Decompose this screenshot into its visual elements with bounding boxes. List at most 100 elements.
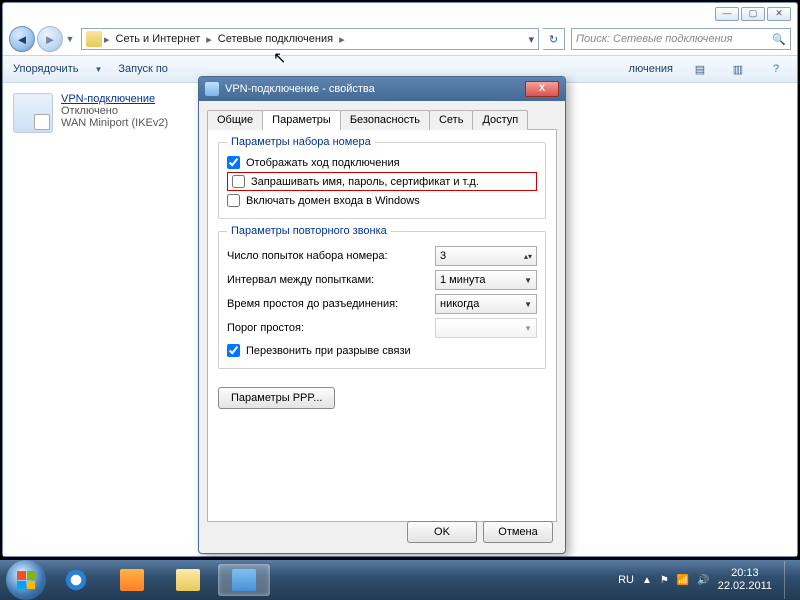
checkbox-label: Запрашивать имя, пароль, сертификат и т.…: [251, 176, 479, 188]
redial-options-group: Параметры повторного звонка Число попыто…: [218, 231, 546, 369]
row-label: Число попыток набора номера:: [227, 250, 435, 262]
taskbar-explorer[interactable]: [162, 564, 214, 596]
row-attempts: Число попыток набора номера: 3 ▴▾: [227, 246, 537, 266]
combo-value: 1 минута: [440, 274, 486, 286]
start-connection-button[interactable]: Запуск по: [118, 63, 168, 75]
combo-value: 3: [440, 250, 446, 262]
chevron-down-icon[interactable]: ▼: [524, 276, 532, 285]
ppp-settings-button[interactable]: Параметры PPP...: [218, 387, 335, 409]
connection-subtext: WAN Miniport (IKEv2): [61, 117, 168, 129]
tray-network-icon[interactable]: 📶: [677, 575, 689, 586]
connection-icon: [13, 93, 53, 133]
checkbox-redial[interactable]: Перезвонить при разрыве связи: [227, 344, 537, 357]
tab-security[interactable]: Безопасность: [340, 110, 430, 130]
connection-text: VPN-подключение Отключено WAN Miniport (…: [61, 93, 168, 133]
connection-status: Отключено: [61, 105, 168, 117]
button-label: Отмена: [498, 526, 537, 538]
spinner-arrows-icon[interactable]: ▴▾: [524, 252, 532, 261]
tray-flag-icon[interactable]: ▲: [642, 575, 652, 586]
checkbox-include-domain[interactable]: Включать домен входа в Windows: [227, 194, 537, 207]
history-dropdown[interactable]: ▼: [63, 30, 77, 48]
cancel-button[interactable]: Отмена: [483, 521, 553, 543]
checkbox-label: Отображать ход подключения: [246, 157, 400, 169]
breadcrumb-segment[interactable]: Сетевые подключения: [214, 31, 337, 47]
dialog-buttons: OK Отмена: [407, 521, 553, 543]
clock[interactable]: 20:13 22.02.2011: [718, 567, 772, 593]
row-label: Время простоя до разъединения:: [227, 298, 435, 310]
interval-combo[interactable]: 1 минута ▼: [435, 270, 537, 290]
checkbox-prompt-credentials[interactable]: Запрашивать имя, пароль, сертификат и т.…: [232, 175, 532, 188]
connection-name: VPN-подключение: [61, 93, 168, 105]
checkbox-label: Включать домен входа в Windows: [246, 195, 420, 207]
close-button[interactable]: ✕: [767, 7, 791, 21]
clock-date: 22.02.2011: [718, 580, 772, 593]
highlighted-option: Запрашивать имя, пароль, сертификат и т.…: [227, 172, 537, 191]
dialog-title: VPN-подключение - свойства: [225, 83, 375, 95]
dialog-body: Общие Параметры Безопасность Сеть Доступ…: [199, 101, 565, 530]
organize-menu[interactable]: Упорядочить: [13, 63, 78, 75]
refresh-button[interactable]: ↻: [543, 28, 565, 50]
connect-end-label: лючения: [629, 63, 673, 75]
help-icon[interactable]: ?: [765, 60, 787, 78]
taskbar-settings[interactable]: [218, 564, 270, 596]
threshold-combo: ▼: [435, 318, 537, 338]
search-input[interactable]: Поиск: Сетевые подключения 🔍: [571, 28, 791, 50]
button-label: Параметры PPP...: [231, 392, 322, 404]
settings-icon: [232, 569, 256, 591]
checkbox-input[interactable]: [227, 194, 240, 207]
show-desktop-button[interactable]: [784, 561, 794, 599]
window-controls: — ▢ ✕: [715, 7, 791, 21]
address-bar: ◄ ► ▼ ▸ Сеть и Интернет ▸ Сетевые подклю…: [9, 26, 791, 52]
tray-volume-icon[interactable]: 🔊: [697, 575, 709, 586]
ie-icon: [64, 569, 88, 591]
checkbox-show-progress[interactable]: Отображать ход подключения: [227, 156, 537, 169]
attempts-spinner[interactable]: 3 ▴▾: [435, 246, 537, 266]
properties-dialog: VPN-подключение - свойства X Общие Парам…: [198, 76, 566, 554]
system-tray: RU ▲ ⚑ 📶 🔊 20:13 22.02.2011: [618, 561, 794, 599]
search-icon: 🔍: [772, 33, 786, 46]
chevron-down-icon[interactable]: ▼: [524, 300, 532, 309]
tray-action-center-icon[interactable]: ⚑: [660, 575, 669, 586]
taskbar-ie[interactable]: [50, 564, 102, 596]
taskbar-wmp[interactable]: [106, 564, 158, 596]
group-title: Параметры повторного звонка: [227, 225, 391, 237]
checkbox-input[interactable]: [227, 344, 240, 357]
maximize-button[interactable]: ▢: [741, 7, 765, 21]
breadcrumb[interactable]: ▸ Сеть и Интернет ▸ Сетевые подключения …: [81, 28, 539, 50]
checkbox-label: Перезвонить при разрыве связи: [246, 345, 411, 357]
group-title: Параметры набора номера: [227, 136, 375, 148]
dialog-close-button[interactable]: X: [525, 81, 559, 97]
explorer-icon: [176, 569, 200, 591]
dropdown-icon[interactable]: ▾: [528, 33, 534, 46]
forward-button[interactable]: ►: [37, 26, 63, 52]
row-label: Порог простоя:: [227, 322, 435, 334]
minimize-button[interactable]: —: [715, 7, 739, 21]
breadcrumb-segment[interactable]: Сеть и Интернет: [112, 31, 205, 47]
clock-time: 20:13: [718, 567, 772, 580]
combo-value: никогда: [440, 298, 479, 310]
chevron-right-icon: ▸: [206, 33, 212, 46]
preview-pane-icon[interactable]: ▥: [727, 60, 749, 78]
language-indicator[interactable]: RU: [618, 574, 634, 586]
folder-icon: [86, 31, 102, 47]
start-button[interactable]: [6, 560, 46, 600]
back-button[interactable]: ◄: [9, 26, 35, 52]
idle-combo[interactable]: никогда ▼: [435, 294, 537, 314]
search-placeholder: Поиск: Сетевые подключения: [576, 33, 733, 45]
windows-logo-icon: [17, 571, 35, 589]
view-icon[interactable]: ▤: [689, 60, 711, 78]
checkbox-input[interactable]: [227, 156, 240, 169]
checkbox-input[interactable]: [232, 175, 245, 188]
row-label: Интервал между попытками:: [227, 274, 435, 286]
dialog-titlebar[interactable]: VPN-подключение - свойства X: [199, 77, 565, 101]
ok-button[interactable]: OK: [407, 521, 477, 543]
taskbar: RU ▲ ⚑ 📶 🔊 20:13 22.02.2011: [0, 560, 800, 600]
row-idle: Время простоя до разъединения: никогда ▼: [227, 294, 537, 314]
chevron-right-icon: ▸: [104, 33, 110, 46]
chevron-right-icon: ▸: [339, 33, 345, 46]
tab-general[interactable]: Общие: [207, 110, 263, 130]
dialog-icon: [205, 82, 219, 96]
tab-options[interactable]: Параметры: [262, 110, 341, 130]
tab-sharing[interactable]: Доступ: [472, 110, 528, 130]
tab-network[interactable]: Сеть: [429, 110, 473, 130]
